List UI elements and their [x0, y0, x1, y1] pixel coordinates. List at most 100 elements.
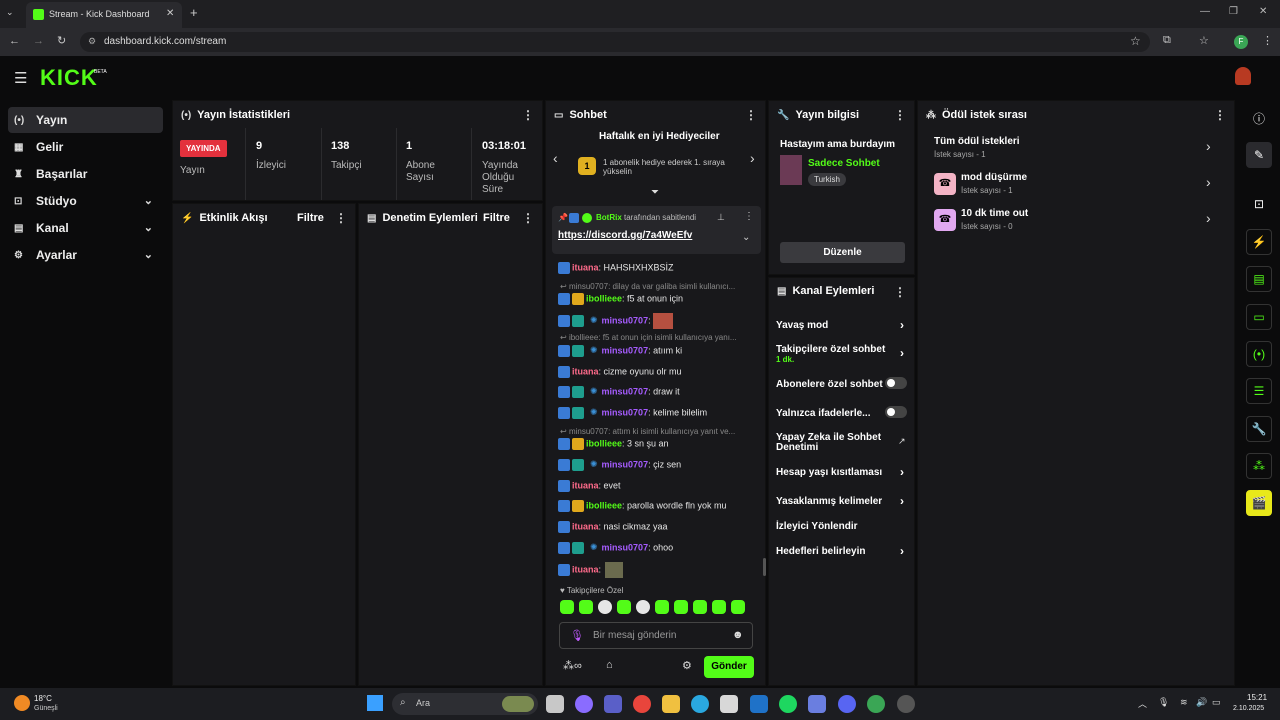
chat-username[interactable]: ibollieee	[586, 500, 622, 510]
kick-logo[interactable]: KICK	[40, 65, 98, 91]
windows-start-icon[interactable]	[367, 695, 383, 711]
emote-6-icon[interactable]	[655, 600, 669, 614]
wrench-icon[interactable]: 🔧	[1246, 416, 1272, 442]
all-rewards-row[interactable]: Tüm ödül istekleri İstek sayısı - 1 ›	[934, 136, 1219, 162]
chrome-profile-icon[interactable]	[867, 695, 885, 713]
teams-icon[interactable]	[604, 695, 622, 713]
edit-pencil-icon[interactable]: ✎	[1246, 142, 1272, 168]
expand-arrow-icon[interactable]: ⏷	[651, 187, 659, 198]
chat-username[interactable]: ituana	[572, 366, 599, 376]
emote-2-icon[interactable]	[579, 600, 593, 614]
site-info-icon[interactable]: ⚙	[88, 36, 96, 47]
chat-input[interactable]: 🎙 Bir mesaj gönderin ☻	[559, 622, 753, 649]
sidebar-item-gelir[interactable]: ▦ Gelir	[8, 134, 163, 160]
unpin-icon[interactable]: ⊥	[717, 212, 725, 223]
user-avatar[interactable]	[1235, 67, 1251, 85]
chat-bubble-icon[interactable]: ▭	[1246, 304, 1272, 330]
reward-row-mod[interactable]: ☎ mod düşürme İstek sayısı - 1 ›	[934, 172, 1219, 198]
emote-10-icon[interactable]	[731, 600, 745, 614]
tray-overflow-icon[interactable]: ︿	[1138, 697, 1147, 710]
chevron-down-icon[interactable]: ⌄	[742, 232, 750, 243]
emote-only-toggle[interactable]	[885, 406, 907, 418]
chat-username[interactable]: minsu0707	[602, 386, 649, 396]
store-taskbar-icon[interactable]	[720, 695, 738, 713]
ai-moderation-row[interactable]: Yapay Zeka ile Sohbet Denetimi	[776, 433, 886, 453]
tab-list-icon[interactable]: ⌄	[6, 7, 20, 21]
edit-button[interactable]: Düzenle	[780, 242, 905, 263]
reward-row-timeout[interactable]: ☎ 10 dk time out İstek sayısı - 0 ›	[934, 208, 1219, 234]
restore-icon[interactable]: ❐	[1229, 6, 1238, 17]
sidebar-item-basarilar[interactable]: ♜ Başarılar	[8, 161, 163, 187]
broadcast-icon[interactable]: (•)	[1246, 341, 1272, 367]
moderation-filter-button[interactable]: Filtre	[483, 212, 510, 224]
chat-username[interactable]: minsu0707	[602, 315, 649, 325]
close-window-icon[interactable]: ✕	[1259, 6, 1267, 17]
discord-icon[interactable]	[838, 695, 856, 713]
url-field[interactable]: ⚙ dashboard.kick.com/stream ☆	[80, 32, 1150, 52]
volume-icon[interactable]: 🔊	[1196, 697, 1207, 708]
followers-only-row[interactable]: Takipçilere özel sohbet 1 dk. ›	[776, 344, 910, 364]
edge-icon[interactable]	[691, 695, 709, 713]
battery-icon[interactable]: ▭	[1212, 697, 1221, 708]
more-options-icon[interactable]: ⋮	[335, 211, 347, 225]
info-icon[interactable]: ⓘ	[1246, 105, 1272, 131]
chevron-right-icon[interactable]: ›	[750, 150, 755, 166]
sidebar-item-ayarlar[interactable]: ⚙ Ayarlar ⌄	[8, 242, 163, 268]
app-2-icon[interactable]	[897, 695, 915, 713]
minimize-icon[interactable]: —	[1200, 6, 1210, 17]
emote-3-icon[interactable]	[598, 600, 612, 614]
hamburger-menu-icon[interactable]: ☰	[14, 69, 27, 87]
more-options-icon[interactable]: ⋮	[744, 211, 754, 222]
copilot-icon[interactable]	[575, 695, 593, 713]
spotify-icon[interactable]	[779, 695, 797, 713]
back-icon[interactable]: ←	[9, 35, 20, 47]
browser-menu-icon[interactable]: ⋮	[1262, 34, 1273, 47]
banned-words-row[interactable]: Yasaklanmış kelimeler ›	[776, 494, 910, 508]
emote-1-icon[interactable]	[560, 600, 574, 614]
sidebar-item-studyo[interactable]: ⊡ Stüdyo ⌄	[8, 188, 163, 214]
chrome-icon[interactable]	[633, 695, 651, 713]
more-options-icon[interactable]: ⋮	[745, 108, 757, 122]
more-options-icon[interactable]: ⋮	[894, 285, 906, 299]
microphone-tray-icon[interactable]: 🎙	[1158, 697, 1169, 708]
more-options-icon[interactable]: ⋮	[1214, 108, 1226, 122]
emote-9-icon[interactable]	[712, 600, 726, 614]
clock-time[interactable]: 15:21	[1247, 693, 1267, 702]
host-viewers-row[interactable]: İzleyici Yönlendir	[776, 521, 910, 532]
forward-icon[interactable]: →	[33, 35, 44, 47]
chat-username[interactable]: ituana	[572, 480, 599, 490]
subscribers-only-toggle[interactable]	[885, 377, 907, 389]
outlook-icon[interactable]	[750, 695, 768, 713]
lightning-icon[interactable]: ⚡	[1246, 229, 1272, 255]
sidebar-item-kanal[interactable]: ▤ Kanal ⌄	[8, 215, 163, 241]
document-icon[interactable]: ▤	[1246, 266, 1272, 292]
emoji-icon[interactable]: ☻	[732, 629, 744, 641]
set-goals-row[interactable]: Hedefleri belirleyin ›	[776, 544, 910, 558]
send-button[interactable]: Gönder	[704, 656, 754, 678]
sidebar-item-yayin[interactable]: (•) Yayın	[8, 107, 163, 133]
account-age-row[interactable]: Hesap yaşı kısıtlaması ›	[776, 465, 910, 479]
category-name[interactable]: Sadece Sohbet	[808, 158, 880, 169]
chat-username[interactable]: ibollieee	[586, 438, 622, 448]
activity-filter-button[interactable]: Filtre	[297, 212, 324, 224]
chat-username[interactable]: ituana	[572, 262, 599, 272]
store-icon[interactable]: ⌂	[606, 659, 613, 671]
chat-username[interactable]: minsu0707	[602, 345, 649, 355]
bookmark-star-icon[interactable]: ☆	[1130, 34, 1141, 48]
clapperboard-icon[interactable]: 🎬	[1246, 490, 1272, 516]
file-explorer-icon[interactable]	[662, 695, 680, 713]
chat-username[interactable]: ituana	[572, 564, 599, 574]
chat-username[interactable]: ibollieee	[586, 293, 622, 303]
pinned-link[interactable]: https://discord.gg/7a4WeEfv	[558, 230, 692, 241]
taskbar-search[interactable]: ⌕ Ara	[392, 693, 538, 715]
extensions-icon[interactable]: ⧉	[1163, 34, 1171, 47]
external-link-icon[interactable]: ↗	[898, 436, 906, 447]
layout-icon[interactable]: ⊡	[1246, 191, 1272, 217]
chat-username[interactable]: ituana	[572, 521, 599, 531]
emote-7-icon[interactable]	[674, 600, 688, 614]
chevron-left-icon[interactable]: ‹	[553, 150, 558, 166]
chat-username[interactable]: minsu0707	[602, 459, 649, 469]
list-icon[interactable]: ☰	[1246, 378, 1272, 404]
slow-mode-row[interactable]: Yavaş mod ›	[776, 318, 910, 332]
more-options-icon[interactable]: ⋮	[894, 108, 906, 122]
